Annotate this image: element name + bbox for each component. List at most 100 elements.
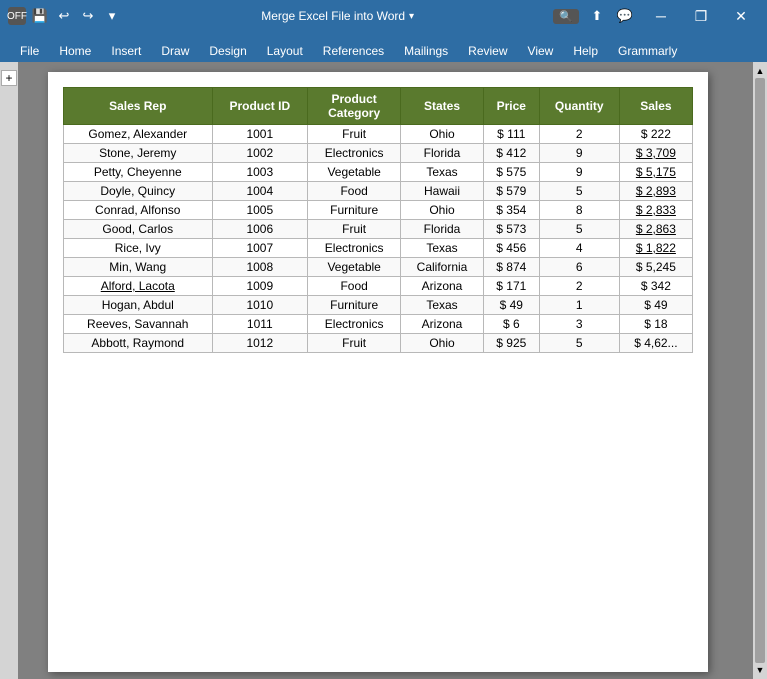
- cell-sales: $ 3,709: [619, 144, 692, 163]
- table-header-row: Sales Rep Product ID ProductCategory Sta…: [64, 88, 693, 125]
- document-area: + Sales Rep Product ID ProductCategory S…: [0, 62, 767, 679]
- close-button[interactable]: ✕: [723, 0, 759, 32]
- tab-help[interactable]: Help: [563, 40, 608, 62]
- cell-sales-rep: Alford, Lacota: [64, 277, 213, 296]
- table-row: Rice, Ivy1007ElectronicsTexas$ 4564$ 1,8…: [64, 239, 693, 258]
- cell-state: California: [401, 258, 484, 277]
- minimize-button[interactable]: ─: [643, 0, 679, 32]
- cell-sales: $ 2,833: [619, 201, 692, 220]
- scrollbar-right[interactable]: ▲ ▼: [753, 62, 767, 679]
- more-button[interactable]: ▾: [102, 6, 122, 26]
- cell-price: $ 874: [483, 258, 539, 277]
- cell-sales: $ 222: [619, 125, 692, 144]
- cell-sales: $ 4,62...: [619, 334, 692, 353]
- cell-quantity: 9: [539, 144, 619, 163]
- cell-sales-rep: Hogan, Abdul: [64, 296, 213, 315]
- cell-product-id: 1011: [212, 315, 308, 334]
- cell-product-id: 1008: [212, 258, 308, 277]
- cell-sales-rep: Doyle, Quincy: [64, 182, 213, 201]
- tab-home[interactable]: Home: [49, 40, 101, 62]
- cell-state: Arizona: [401, 315, 484, 334]
- cell-category: Fruit: [308, 220, 401, 239]
- search-bar[interactable]: 🔍: [553, 9, 579, 24]
- title-dropdown-icon[interactable]: ▾: [409, 11, 414, 22]
- tab-insert[interactable]: Insert: [101, 40, 151, 62]
- cell-quantity: 2: [539, 277, 619, 296]
- cell-sales-rep: Rice, Ivy: [64, 239, 213, 258]
- save-button[interactable]: 💾: [30, 6, 50, 26]
- cell-sales: $ 2,893: [619, 182, 692, 201]
- restore-button[interactable]: ❐: [683, 0, 719, 32]
- tab-view[interactable]: View: [518, 40, 564, 62]
- ribbon-tabs: File Home Insert Draw Design Layout Refe…: [0, 32, 767, 62]
- cell-state: Ohio: [401, 201, 484, 220]
- cell-sales: $ 18: [619, 315, 692, 334]
- cell-state: Texas: [401, 296, 484, 315]
- header-states: States: [401, 88, 484, 125]
- tab-review[interactable]: Review: [458, 40, 517, 62]
- cell-product-id: 1010: [212, 296, 308, 315]
- autosave-toggle[interactable]: OFF: [8, 7, 26, 25]
- cell-product-id: 1006: [212, 220, 308, 239]
- table-row: Hogan, Abdul1010FurnitureTexas$ 491$ 49: [64, 296, 693, 315]
- redo-button[interactable]: ↪: [78, 6, 98, 26]
- cell-quantity: 6: [539, 258, 619, 277]
- cell-price: $ 49: [483, 296, 539, 315]
- table-row: Min, Wang1008VegetableCalifornia$ 8746$ …: [64, 258, 693, 277]
- cell-sales: $ 5,245: [619, 258, 692, 277]
- cell-product-id: 1003: [212, 163, 308, 182]
- tab-references[interactable]: References: [313, 40, 394, 62]
- header-sales: Sales: [619, 88, 692, 125]
- cell-category: Vegetable: [308, 163, 401, 182]
- tab-mailings[interactable]: Mailings: [394, 40, 458, 62]
- cell-price: $ 575: [483, 163, 539, 182]
- cell-category: Food: [308, 277, 401, 296]
- cell-product-id: 1007: [212, 239, 308, 258]
- cell-category: Electronics: [308, 144, 401, 163]
- scroll-up-button[interactable]: ▲: [756, 62, 765, 76]
- share-button[interactable]: ⬆: [587, 6, 607, 26]
- left-ruler: +: [0, 62, 18, 679]
- search-icon: 🔍: [559, 10, 573, 23]
- tab-design[interactable]: Design: [199, 40, 256, 62]
- cell-category: Fruit: [308, 125, 401, 144]
- cell-product-id: 1004: [212, 182, 308, 201]
- tab-draw[interactable]: Draw: [151, 40, 199, 62]
- cell-sales-rep: Min, Wang: [64, 258, 213, 277]
- cell-state: Florida: [401, 144, 484, 163]
- cell-category: Furniture: [308, 201, 401, 220]
- header-quantity: Quantity: [539, 88, 619, 125]
- cell-category: Fruit: [308, 334, 401, 353]
- table-row: Alford, Lacota1009FoodArizona$ 1712$ 342: [64, 277, 693, 296]
- table-row: Abbott, Raymond1012FruitOhio$ 9255$ 4,62…: [64, 334, 693, 353]
- cell-sales: $ 49: [619, 296, 692, 315]
- cell-quantity: 8: [539, 201, 619, 220]
- tab-file[interactable]: File: [10, 40, 49, 62]
- tab-layout[interactable]: Layout: [257, 40, 313, 62]
- cell-category: Electronics: [308, 239, 401, 258]
- cell-state: Texas: [401, 163, 484, 182]
- header-product-id: Product ID: [212, 88, 308, 125]
- cell-category: Vegetable: [308, 258, 401, 277]
- cell-product-id: 1005: [212, 201, 308, 220]
- page-wrapper[interactable]: Sales Rep Product ID ProductCategory Sta…: [18, 62, 753, 679]
- table-row: Good, Carlos1006FruitFlorida$ 5735$ 2,86…: [64, 220, 693, 239]
- cell-product-id: 1012: [212, 334, 308, 353]
- cell-product-id: 1001: [212, 125, 308, 144]
- undo-button[interactable]: ↩: [54, 6, 74, 26]
- scroll-down-button[interactable]: ▼: [756, 665, 765, 679]
- tab-grammarly[interactable]: Grammarly: [608, 40, 687, 62]
- cell-sales-rep: Stone, Jeremy: [64, 144, 213, 163]
- cell-sales-rep: Abbott, Raymond: [64, 334, 213, 353]
- feedback-button[interactable]: 💬: [615, 6, 635, 26]
- scroll-thumb[interactable]: [755, 78, 765, 663]
- add-table-button[interactable]: +: [1, 70, 17, 86]
- cell-price: $ 412: [483, 144, 539, 163]
- cell-quantity: 5: [539, 220, 619, 239]
- cell-state: Ohio: [401, 125, 484, 144]
- cell-sales-rep: Conrad, Alfonso: [64, 201, 213, 220]
- quick-access-toolbar: OFF 💾 ↩ ↪ ▾: [8, 6, 122, 26]
- cell-state: Texas: [401, 239, 484, 258]
- cell-sales: $ 2,863: [619, 220, 692, 239]
- table-row: Doyle, Quincy1004FoodHawaii$ 5795$ 2,893: [64, 182, 693, 201]
